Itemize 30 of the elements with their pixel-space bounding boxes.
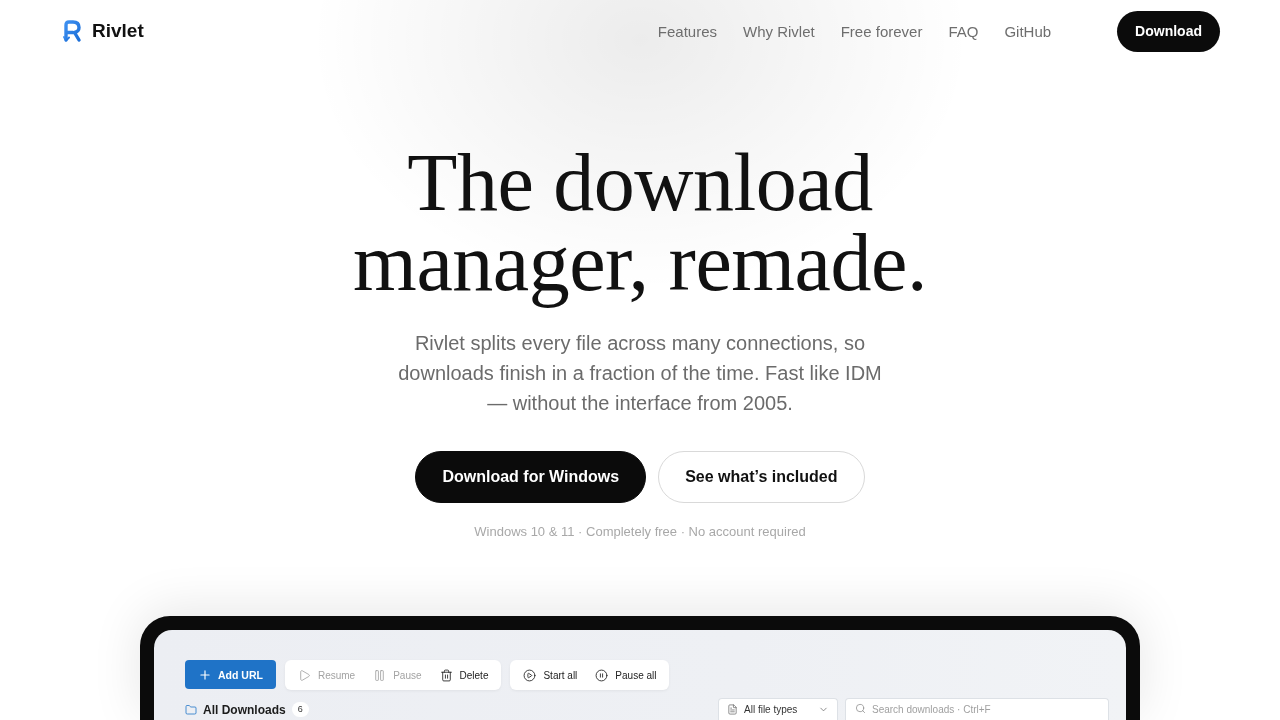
toolbar-button[interactable]: Delete [432, 663, 496, 687]
download-button[interactable]: Download [1117, 10, 1220, 52]
nav-link[interactable]: Features [657, 22, 717, 40]
brand-name: Rivlet [92, 20, 144, 42]
pause-circle-icon [595, 668, 609, 682]
file-type-select[interactable]: All file types [718, 698, 838, 720]
pause-icon [373, 668, 387, 682]
nav-link[interactable]: Free forever [840, 22, 923, 40]
nav-link[interactable]: GitHub [1004, 22, 1052, 40]
list-title: All Downloads [203, 702, 286, 717]
features-button[interactable]: See what’s included [658, 451, 865, 503]
file-icon [727, 704, 738, 715]
logo-icon [62, 19, 82, 43]
plus-icon [198, 667, 212, 682]
download-windows-button[interactable]: Download for Windows [415, 451, 647, 503]
add-url-button[interactable]: Add URL [185, 660, 276, 689]
hero-subtitle: Rivlet splits every file across many connections, so downloads finish in a fraction of the time. Fast like IDM — without the interface from 2005. [397, 331, 883, 416]
play-circle-icon [523, 668, 537, 682]
nav-link[interactable]: FAQ [948, 22, 979, 40]
trash-icon [439, 668, 453, 682]
count-badge: 6 [291, 702, 309, 717]
hero-note: Windows 10 & 11 · Completely free · No account required [474, 523, 806, 541]
toolbar-button[interactable]: Pause all [588, 663, 664, 687]
play-icon [297, 668, 311, 682]
toolbar-button[interactable]: Start all [516, 663, 585, 687]
search-field[interactable]: Search downloads · Ctrl+F [845, 698, 1109, 720]
nav-link[interactable]: Why Rivlet [743, 22, 815, 40]
hero-title: The download manager, remade. [352, 136, 928, 310]
search-icon [855, 703, 866, 714]
folder-icon [185, 703, 197, 716]
